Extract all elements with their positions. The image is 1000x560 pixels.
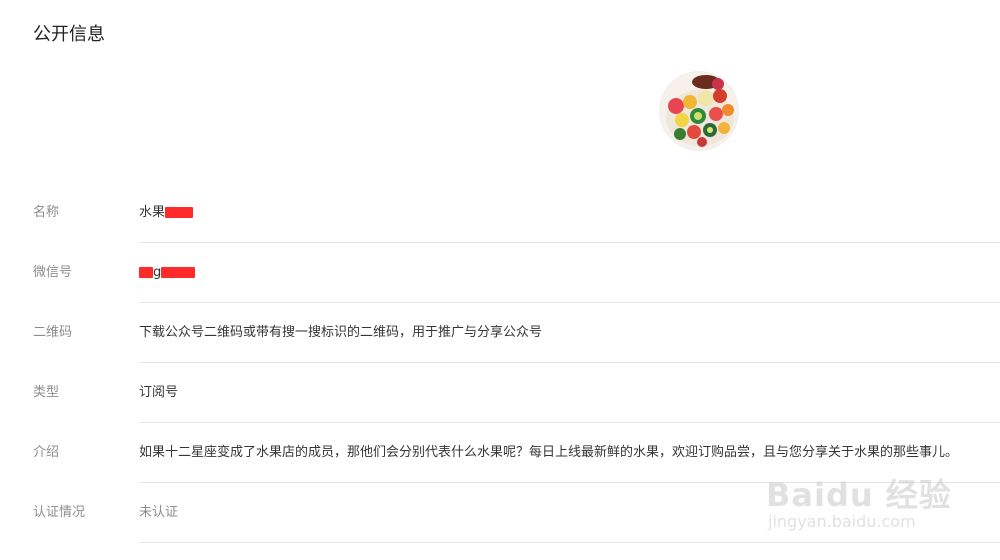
name-text: 水果: [139, 205, 166, 220]
row-label-verification: 认证情况: [33, 505, 86, 520]
row-name: 名称 水果: [0, 183, 1000, 243]
redaction-mark: [161, 267, 196, 278]
row-label-name: 名称: [33, 205, 60, 220]
watermark-url: jingyan.baidu.com: [768, 512, 916, 531]
row-value-name: 水果: [139, 183, 194, 243]
row-value-type: 订阅号: [139, 385, 179, 400]
row-value-wechat-id: g: [139, 243, 196, 303]
section-title: 公开信息: [33, 24, 105, 45]
row-value-verification: 未认证: [139, 505, 179, 520]
row-label-wechat-id: 微信号: [33, 265, 73, 280]
wechat-id-text: g: [153, 265, 162, 280]
row-type: 类型 订阅号: [0, 363, 1000, 423]
avatar[interactable]: [659, 71, 739, 151]
divider: [139, 542, 1000, 543]
row-value-qrcode: 下载公众号二维码或带有搜一搜标识的二维码，用于推广与分享公众号: [139, 325, 543, 340]
row-label-type: 类型: [33, 385, 60, 400]
fruit-platter-image: [660, 72, 738, 150]
watermark-logo: Baidu 经验: [766, 476, 952, 514]
row-label-intro: 介绍: [33, 445, 60, 460]
row-label-qrcode: 二维码: [33, 325, 73, 340]
redaction-mark: [139, 267, 153, 278]
row-wechat-id: 微信号 g: [0, 243, 1000, 303]
watermark: Baidu 经验 jingyan.baidu.com: [752, 470, 952, 540]
redaction-mark: [165, 207, 194, 218]
row-qrcode: 二维码 下载公众号二维码或带有搜一搜标识的二维码，用于推广与分享公众号: [0, 303, 1000, 363]
